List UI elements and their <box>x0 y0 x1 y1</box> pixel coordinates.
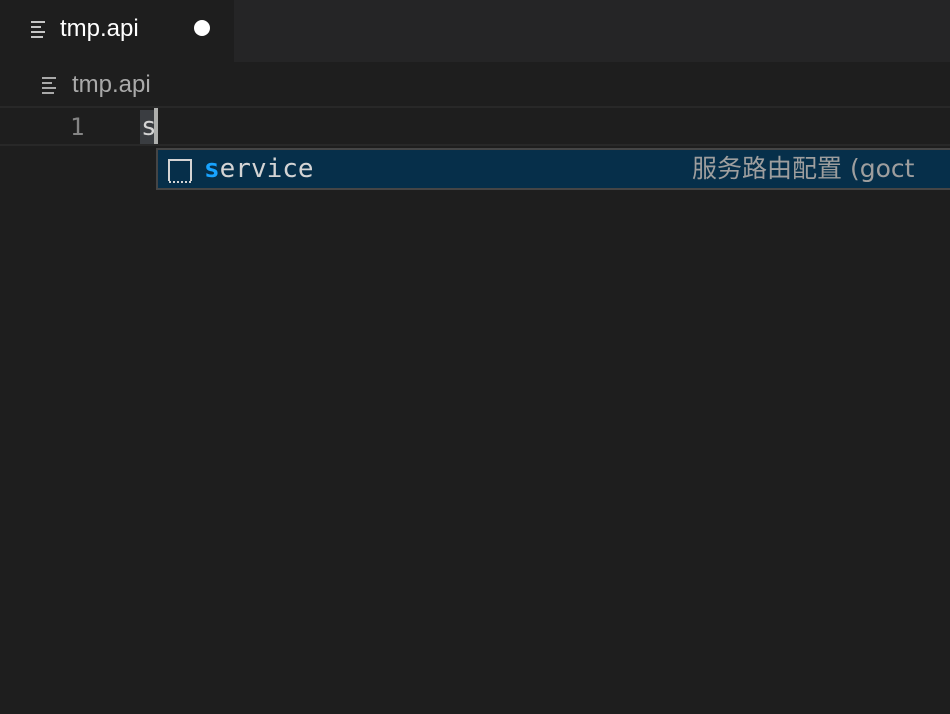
unsaved-dot-icon[interactable] <box>194 20 210 36</box>
lines-icon <box>31 21 45 38</box>
suggest-item[interactable]: service 服务路由配置 (goct <box>158 150 950 188</box>
tab-label: tmp.api <box>60 15 139 42</box>
suggest-rest-text: ervice <box>219 154 314 184</box>
code-editor[interactable]: 1 s <box>0 106 950 714</box>
lines-icon <box>42 77 56 94</box>
suggest-item-label: service <box>204 152 314 186</box>
breadcrumb-item-file[interactable]: tmp.api <box>42 70 151 100</box>
editor-window: tmp.api tmp.api 1 s service 服务路由配置 (goct <box>0 0 950 714</box>
tab-bar: tmp.api <box>0 0 950 62</box>
snippet-icon <box>168 159 192 183</box>
breadcrumb: tmp.api <box>0 62 950 106</box>
tab-tmp-api[interactable]: tmp.api <box>0 0 234 62</box>
suggest-widget: service 服务路由配置 (goct <box>156 148 950 190</box>
breadcrumb-label: tmp.api <box>72 71 151 98</box>
line-number: 1 <box>70 113 85 141</box>
suggest-item-detail: 服务路由配置 (goct <box>692 154 915 183</box>
text-cursor <box>154 108 158 144</box>
suggest-match-text: s <box>204 154 220 184</box>
